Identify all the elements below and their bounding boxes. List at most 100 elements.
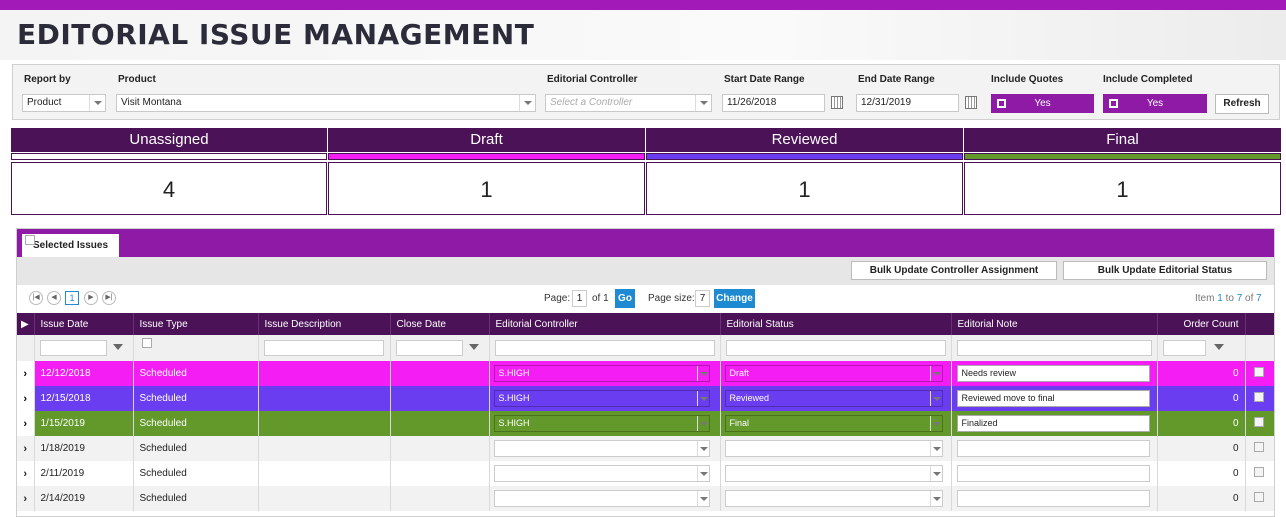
prev-page-icon[interactable]: ◀: [47, 291, 61, 305]
end-date-input[interactable]: 12/31/2019: [856, 94, 959, 112]
checkbox-icon: [1109, 99, 1118, 108]
expand-icon[interactable]: ›: [17, 386, 35, 411]
status-select[interactable]: Reviewed: [724, 390, 943, 407]
controller-select[interactable]: S.HIGH: [493, 365, 710, 382]
row-checkbox[interactable]: [1253, 417, 1264, 427]
page-size-input[interactable]: 7: [695, 290, 710, 307]
note-input[interactable]: Needs review: [956, 365, 1150, 382]
controller-select[interactable]: S.HIGH: [493, 390, 710, 407]
note-cell: [951, 436, 1158, 461]
chevron-down-icon[interactable]: [89, 95, 105, 111]
expand-icon[interactable]: ›: [17, 436, 35, 461]
product-select[interactable]: Visit Montana: [116, 94, 536, 112]
refresh-button[interactable]: Refresh: [1215, 94, 1269, 114]
change-button[interactable]: Change: [714, 289, 755, 308]
expand-icon[interactable]: ›: [17, 461, 35, 486]
chevron-down-icon[interactable]: [929, 441, 942, 456]
filter-icon[interactable]: [1213, 344, 1224, 350]
table-row[interactable]: › 2/11/2019 Scheduled 0: [17, 461, 1274, 486]
filter-icon[interactable]: [468, 344, 479, 350]
status-select[interactable]: [724, 465, 943, 482]
chevron-down-icon[interactable]: [696, 391, 709, 406]
chevron-down-icon[interactable]: [929, 416, 942, 431]
chevron-down-icon[interactable]: [696, 466, 709, 481]
row-checkbox[interactable]: [1253, 442, 1264, 452]
col-close-date[interactable]: Close Date: [390, 313, 490, 335]
status-select[interactable]: Final: [724, 415, 943, 432]
col-issue-description[interactable]: Issue Description: [258, 313, 391, 335]
next-page-icon[interactable]: ▶: [84, 291, 98, 305]
table-row[interactable]: › 1/15/2019 Scheduled S.HIGH Final Final…: [17, 411, 1274, 436]
chevron-down-icon[interactable]: [519, 95, 535, 111]
order-count-filter-input[interactable]: [1162, 340, 1206, 356]
select-all-checkbox[interactable]: [25, 235, 35, 245]
row-checkbox[interactable]: [1253, 367, 1264, 377]
controller-select[interactable]: S.HIGH: [493, 415, 710, 432]
chevron-down-icon[interactable]: [696, 366, 709, 381]
include-completed-label: Include Completed: [1103, 74, 1193, 85]
col-editorial-note[interactable]: Editorial Note: [951, 313, 1158, 335]
page-number-button[interactable]: 1: [65, 291, 79, 305]
table-row[interactable]: › 2/14/2019 Scheduled 0: [17, 486, 1274, 511]
order-count-cell: 0: [1157, 436, 1246, 461]
row-checkbox[interactable]: [1253, 392, 1264, 402]
note-filter-input[interactable]: [956, 340, 1152, 356]
chevron-down-icon[interactable]: [929, 491, 942, 506]
controller-select[interactable]: [493, 465, 710, 482]
chevron-down-icon[interactable]: [929, 466, 942, 481]
bulk-update-controller-button[interactable]: Bulk Update Controller Assignment: [851, 261, 1057, 280]
note-input[interactable]: [956, 440, 1150, 457]
last-page-icon[interactable]: ▶|: [102, 291, 116, 305]
status-select[interactable]: [724, 490, 943, 507]
status-filter-input[interactable]: [725, 340, 946, 356]
expand-icon[interactable]: ›: [17, 361, 35, 386]
chevron-down-icon[interactable]: [696, 416, 709, 431]
go-button[interactable]: Go: [615, 289, 635, 308]
issue-date-filter-input[interactable]: [39, 340, 107, 356]
close-date-filter-input[interactable]: [395, 340, 463, 356]
chevron-down-icon[interactable]: [696, 441, 709, 456]
calendar-icon[interactable]: [965, 96, 977, 109]
table-row[interactable]: › 12/12/2018 Scheduled S.HIGH Draft Need…: [17, 361, 1274, 386]
chevron-down-icon[interactable]: [929, 391, 942, 406]
expand-icon[interactable]: ›: [17, 411, 35, 436]
note-input[interactable]: [956, 490, 1150, 507]
row-checkbox[interactable]: [1253, 492, 1264, 502]
controller-filter-input[interactable]: [494, 340, 715, 356]
col-editorial-controller[interactable]: Editorial Controller: [489, 313, 721, 335]
start-date-input[interactable]: 11/26/2018: [722, 94, 825, 112]
col-issue-type[interactable]: Issue Type: [133, 313, 259, 335]
chevron-down-icon[interactable]: [929, 366, 942, 381]
chevron-down-icon[interactable]: [695, 95, 711, 111]
table-row[interactable]: › 12/15/2018 Scheduled S.HIGH Reviewed R…: [17, 386, 1274, 411]
include-quotes-toggle[interactable]: Yes: [991, 94, 1094, 113]
issue-type-filter-checkbox[interactable]: [141, 338, 152, 348]
note-input[interactable]: Reviewed move to final: [956, 390, 1150, 407]
chevron-down-icon[interactable]: [696, 491, 709, 506]
col-issue-date[interactable]: Issue Date: [34, 313, 134, 335]
controller-select[interactable]: Select a Controller: [545, 94, 712, 112]
page-input[interactable]: 1: [572, 290, 587, 307]
tab-selected-issues[interactable]: Selected Issues: [22, 234, 119, 257]
controller-select[interactable]: [493, 490, 710, 507]
note-input[interactable]: Finalized: [956, 415, 1150, 432]
controller-select[interactable]: [493, 440, 710, 457]
status-select[interactable]: Draft: [724, 365, 943, 382]
include-completed-toggle[interactable]: Yes: [1103, 94, 1207, 113]
calendar-icon[interactable]: [831, 96, 843, 109]
note-input[interactable]: [956, 465, 1150, 482]
controller-placeholder: Select a Controller: [550, 97, 633, 108]
table-row[interactable]: › 1/18/2019 Scheduled 0: [17, 436, 1274, 461]
bulk-update-status-button[interactable]: Bulk Update Editorial Status: [1063, 261, 1267, 280]
first-page-icon[interactable]: |◀: [29, 291, 43, 305]
description-filter-input[interactable]: [263, 340, 384, 356]
expand-icon[interactable]: ›: [17, 486, 35, 511]
col-order-count[interactable]: Order Count: [1157, 313, 1246, 335]
status-label: Final: [964, 128, 1281, 152]
controller-cell: S.HIGH: [489, 411, 721, 436]
report-by-select[interactable]: Product: [22, 94, 106, 112]
col-editorial-status[interactable]: Editorial Status: [720, 313, 952, 335]
status-select[interactable]: [724, 440, 943, 457]
row-checkbox[interactable]: [1253, 467, 1264, 477]
filter-icon[interactable]: [112, 344, 123, 350]
